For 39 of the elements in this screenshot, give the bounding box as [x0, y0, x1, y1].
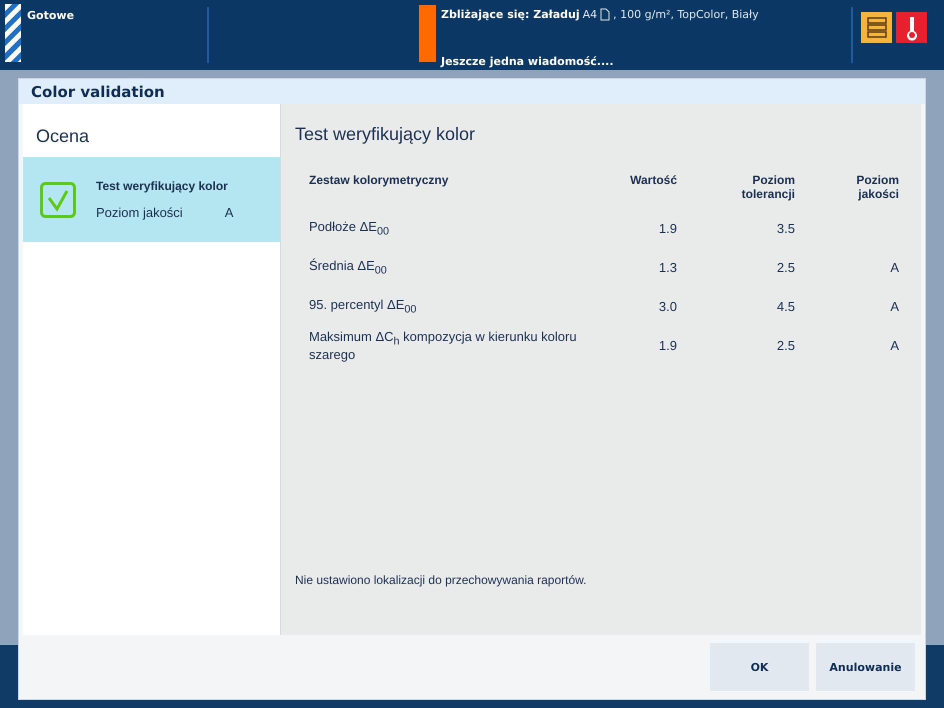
table-cell: 1.9 [658, 338, 677, 353]
ok-button[interactable]: OK [710, 643, 809, 691]
cancel-button[interactable]: Anulowanie [816, 643, 915, 691]
item-label: Poziom jakości [96, 205, 183, 220]
thermometer-icon[interactable] [896, 12, 927, 43]
report-location-note: Nie ustawiono lokalizacji do przechowywania raportów. [295, 573, 588, 587]
dialog-title: Color validation [19, 79, 925, 104]
table-cell: Średnia ΔE$_{00}$ [309, 258, 387, 277]
upcoming-label: Zbliżające się: Załaduj [441, 8, 580, 21]
column-header: Zestaw kolorymetryczny [309, 173, 448, 187]
content-heading: Test weryfikujący kolor [295, 124, 476, 145]
table-cell: 1.3 [658, 260, 677, 275]
table-cell: 2.5 [776, 260, 795, 275]
warning-bar [419, 5, 436, 62]
item-title: Test weryfikujący kolor [96, 179, 229, 193]
table-cell: 3.0 [658, 299, 677, 314]
validation-item[interactable]: Test weryfikujący kolor Poziom jakości A [23, 157, 280, 242]
sidebar-heading: Ocena [35, 125, 90, 148]
server-icon[interactable] [861, 12, 892, 43]
table-cell: Podłoże ΔE$_{00}$ [309, 219, 389, 238]
table-cell: 2.5 [776, 338, 795, 353]
table-cell: 3.5 [776, 221, 795, 236]
table-cell: A [890, 338, 899, 353]
table-cell: 95. percentyl ΔE$_{00}$ [309, 297, 416, 316]
paper-details: , 100 g/m², TopColor, Biały [613, 8, 759, 21]
more-messages: Jeszcze jedna wiadomość.... [441, 55, 614, 68]
page-icon [600, 8, 610, 21]
table-cell: 1.9 [658, 221, 677, 236]
printer-status: Gotowe [27, 9, 76, 24]
table-cell-text: Maksimum ΔC$_{h}$ kompozycja w kierunku koloru szarego [309, 328, 578, 362]
status-stripe-icon [5, 4, 21, 62]
table-cell: A [890, 299, 899, 314]
table-cell: 4.5 [776, 299, 795, 314]
column-header: Poziom tolerancji [740, 173, 795, 201]
paper-size: A4 [582, 8, 598, 21]
table-cell: A [890, 260, 899, 275]
column-header: Wartość [630, 173, 677, 187]
column-header: Poziom jakości [855, 173, 899, 201]
item-grade: A [224, 205, 234, 220]
